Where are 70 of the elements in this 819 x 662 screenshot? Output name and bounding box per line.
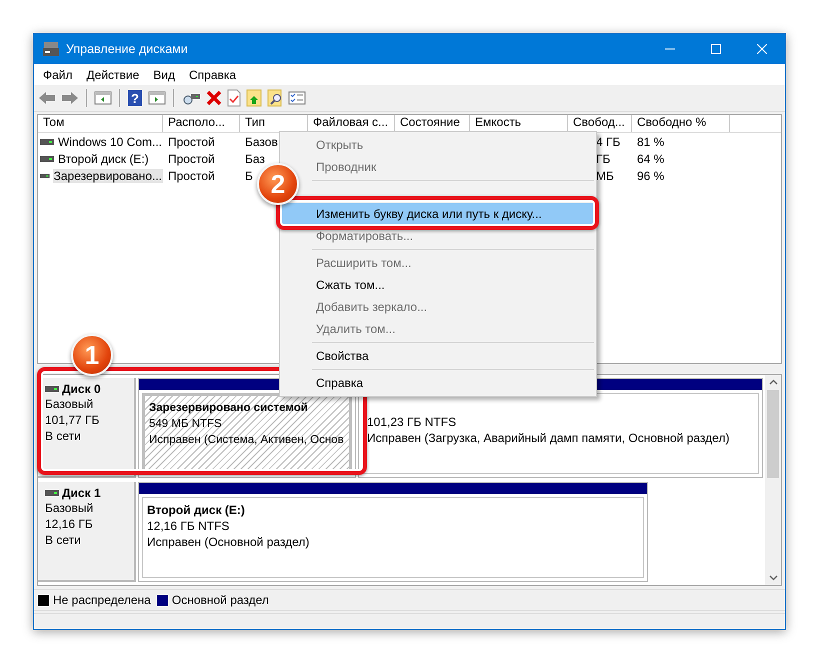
- drive-icon: [40, 138, 54, 144]
- context-menu-item[interactable]: Сжать том...: [316, 278, 385, 292]
- disk-name: Диск 0: [62, 382, 101, 396]
- partition-block[interactable]: Второй диск (E:) 12,16 ГБ NTFS Исправен (Основной раздел): [142, 497, 644, 578]
- disk-status: В сети: [45, 533, 82, 548]
- partition-size: 101,23 ГБ NTFS: [367, 415, 458, 430]
- column-header[interactable]: Свободно %: [632, 115, 730, 132]
- volume-name[interactable]: Второй диск (E:): [57, 152, 150, 166]
- partition-status: Исправен (Основной раздел): [147, 535, 310, 550]
- table-cell-text: 4 ГБ: [595, 134, 622, 148]
- partition-block[interactable]: 101,23 ГБ NTFS Исправен (Загрузка, Аварийный дамп памяти, Основной раздел): [362, 393, 759, 474]
- table-cell: Базов: [245, 134, 278, 148]
- table-cell-text: МБ: [595, 168, 615, 182]
- action-pane-icon[interactable]: [148, 90, 166, 106]
- volume-name[interactable]: Зарезервировано...: [52, 168, 163, 182]
- drive-icon: [40, 172, 50, 178]
- folder-search-icon[interactable]: [267, 89, 283, 107]
- window-title: Управление дисками: [66, 42, 189, 56]
- help-icon[interactable]: ?: [127, 89, 143, 107]
- table-cell: Простой: [168, 134, 215, 148]
- legend-label: Не распределена: [53, 593, 151, 607]
- disk-label-panel[interactable]: Диск 1 Базовый 12,16 ГБ В сети: [38, 482, 136, 582]
- table-cell: Баз: [245, 152, 265, 166]
- back-arrow-icon[interactable]: [38, 90, 56, 106]
- disk-status: В сети: [45, 429, 82, 444]
- drive-icon: [40, 156, 54, 162]
- column-header[interactable]: Располо...: [163, 115, 240, 132]
- checked-document-icon[interactable]: [227, 89, 241, 107]
- delete-icon[interactable]: [206, 90, 222, 106]
- drive-icon: [45, 490, 59, 496]
- partition-size: 549 МБ NTFS: [149, 417, 223, 432]
- disk-type: Базовый: [45, 397, 94, 412]
- table-cell-text: 64 %: [636, 152, 666, 166]
- table-cell: Б: [245, 168, 253, 182]
- table-cell-text: 96 %: [636, 168, 666, 182]
- column-header[interactable]: Том: [38, 115, 163, 132]
- forward-arrow-icon[interactable]: [61, 90, 79, 106]
- checklist-icon[interactable]: [288, 90, 306, 106]
- scrollbar[interactable]: [765, 375, 781, 585]
- legend-label: Основной раздел: [172, 593, 269, 607]
- drive-icon: [45, 386, 59, 392]
- maximize-icon: [711, 44, 721, 54]
- menu-item[interactable]: Вид: [146, 68, 182, 82]
- table-cell: Простой: [168, 152, 215, 166]
- disk-label-panel[interactable]: Диск 0 Базовый 101,77 ГБ В сети: [38, 378, 136, 478]
- partition-status: Исправен (Загрузка, Аварийный дамп памяти, Основной раздел): [367, 431, 730, 446]
- console-tree-icon[interactable]: [94, 90, 112, 106]
- table-cell: Простой: [168, 168, 215, 182]
- disk-name: Диск 1: [62, 486, 101, 500]
- context-menu-item[interactable]: Свойства: [316, 349, 369, 363]
- scroll-up-icon[interactable]: [768, 379, 778, 385]
- menu-item[interactable]: Файл: [36, 68, 80, 82]
- table-cell-text: 81 %: [636, 134, 666, 148]
- context-menu-item[interactable]: Изменить букву диска или путь к диску...: [282, 203, 594, 225]
- partition-size: 12,16 ГБ NTFS: [147, 519, 230, 534]
- scroll-down-icon[interactable]: [768, 575, 778, 581]
- disk-type: Базовый: [45, 501, 94, 516]
- menu-item[interactable]: Действие: [80, 68, 146, 82]
- partition-status: Исправен (Система, Активен, Основ: [149, 433, 345, 448]
- context-menu-item[interactable]: Справка: [316, 376, 364, 390]
- table-cell-text: ГБ: [595, 152, 612, 166]
- partition-name: Зарезервировано системой: [149, 401, 309, 416]
- disk-size: 12,16 ГБ: [45, 517, 94, 532]
- partition-name: Второй диск (E:): [147, 503, 246, 518]
- menu-item[interactable]: Справка: [182, 68, 244, 82]
- disk-size: 101,77 ГБ: [45, 413, 100, 428]
- folder-up-icon[interactable]: [246, 89, 262, 107]
- disk-drive-icon: [42, 41, 60, 57]
- volume-name[interactable]: Windows 10 Com...: [56, 134, 163, 148]
- close-icon: [757, 44, 767, 54]
